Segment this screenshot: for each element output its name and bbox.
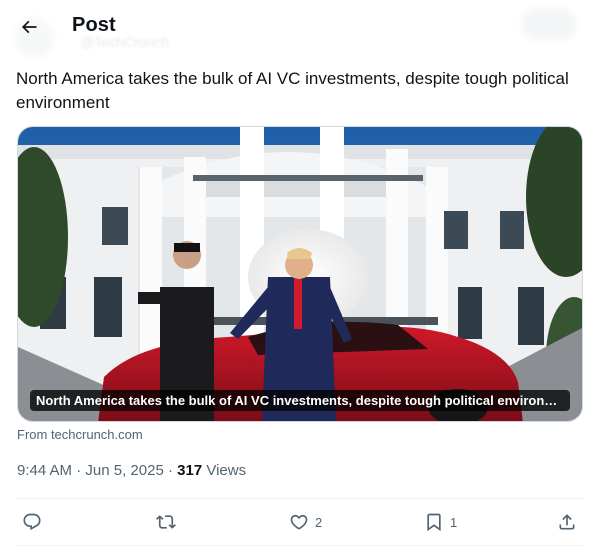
card-caption: North America takes the bulk of AI VC in…: [30, 390, 570, 411]
post-time[interactable]: 9:44 AM: [17, 462, 72, 479]
header-bar: @TechCrunch Post: [0, 0, 599, 58]
repost-button[interactable]: [156, 508, 176, 536]
share-icon: [559, 514, 575, 530]
meta-separator: ·: [72, 462, 86, 479]
card-source[interactable]: From techcrunch.com: [17, 427, 143, 442]
back-arrow-icon: [21, 20, 37, 34]
bookmark-button[interactable]: 1: [424, 508, 457, 536]
heart-icon: [290, 514, 308, 530]
link-card[interactable]: North America takes the bulk of AI VC in…: [17, 126, 583, 422]
post-date[interactable]: Jun 5, 2025: [85, 462, 163, 479]
like-button[interactable]: 2: [289, 508, 322, 536]
repost-icon: [156, 515, 176, 529]
bookmark-icon: [427, 513, 441, 532]
like-count: 2: [315, 514, 323, 530]
views-label: Views: [202, 462, 247, 479]
reply-icon: [23, 513, 41, 531]
views-count: 317: [177, 462, 203, 479]
share-button[interactable]: [557, 508, 577, 536]
back-button[interactable]: [14, 12, 44, 42]
card-image: [18, 127, 582, 421]
divider: [16, 498, 584, 499]
faded-follow-button: [521, 8, 577, 40]
post-text: North America takes the bulk of AI VC in…: [16, 69, 569, 112]
reply-button[interactable]: [22, 508, 42, 536]
bookmark-count: 1: [450, 514, 458, 530]
action-bar: 2 1: [0, 500, 599, 544]
page-title: Post: [72, 14, 116, 36]
meta-separator: ·: [163, 462, 178, 479]
post-meta: 9:44 AM · Jun 5, 2025 · 317 Views: [17, 462, 246, 479]
